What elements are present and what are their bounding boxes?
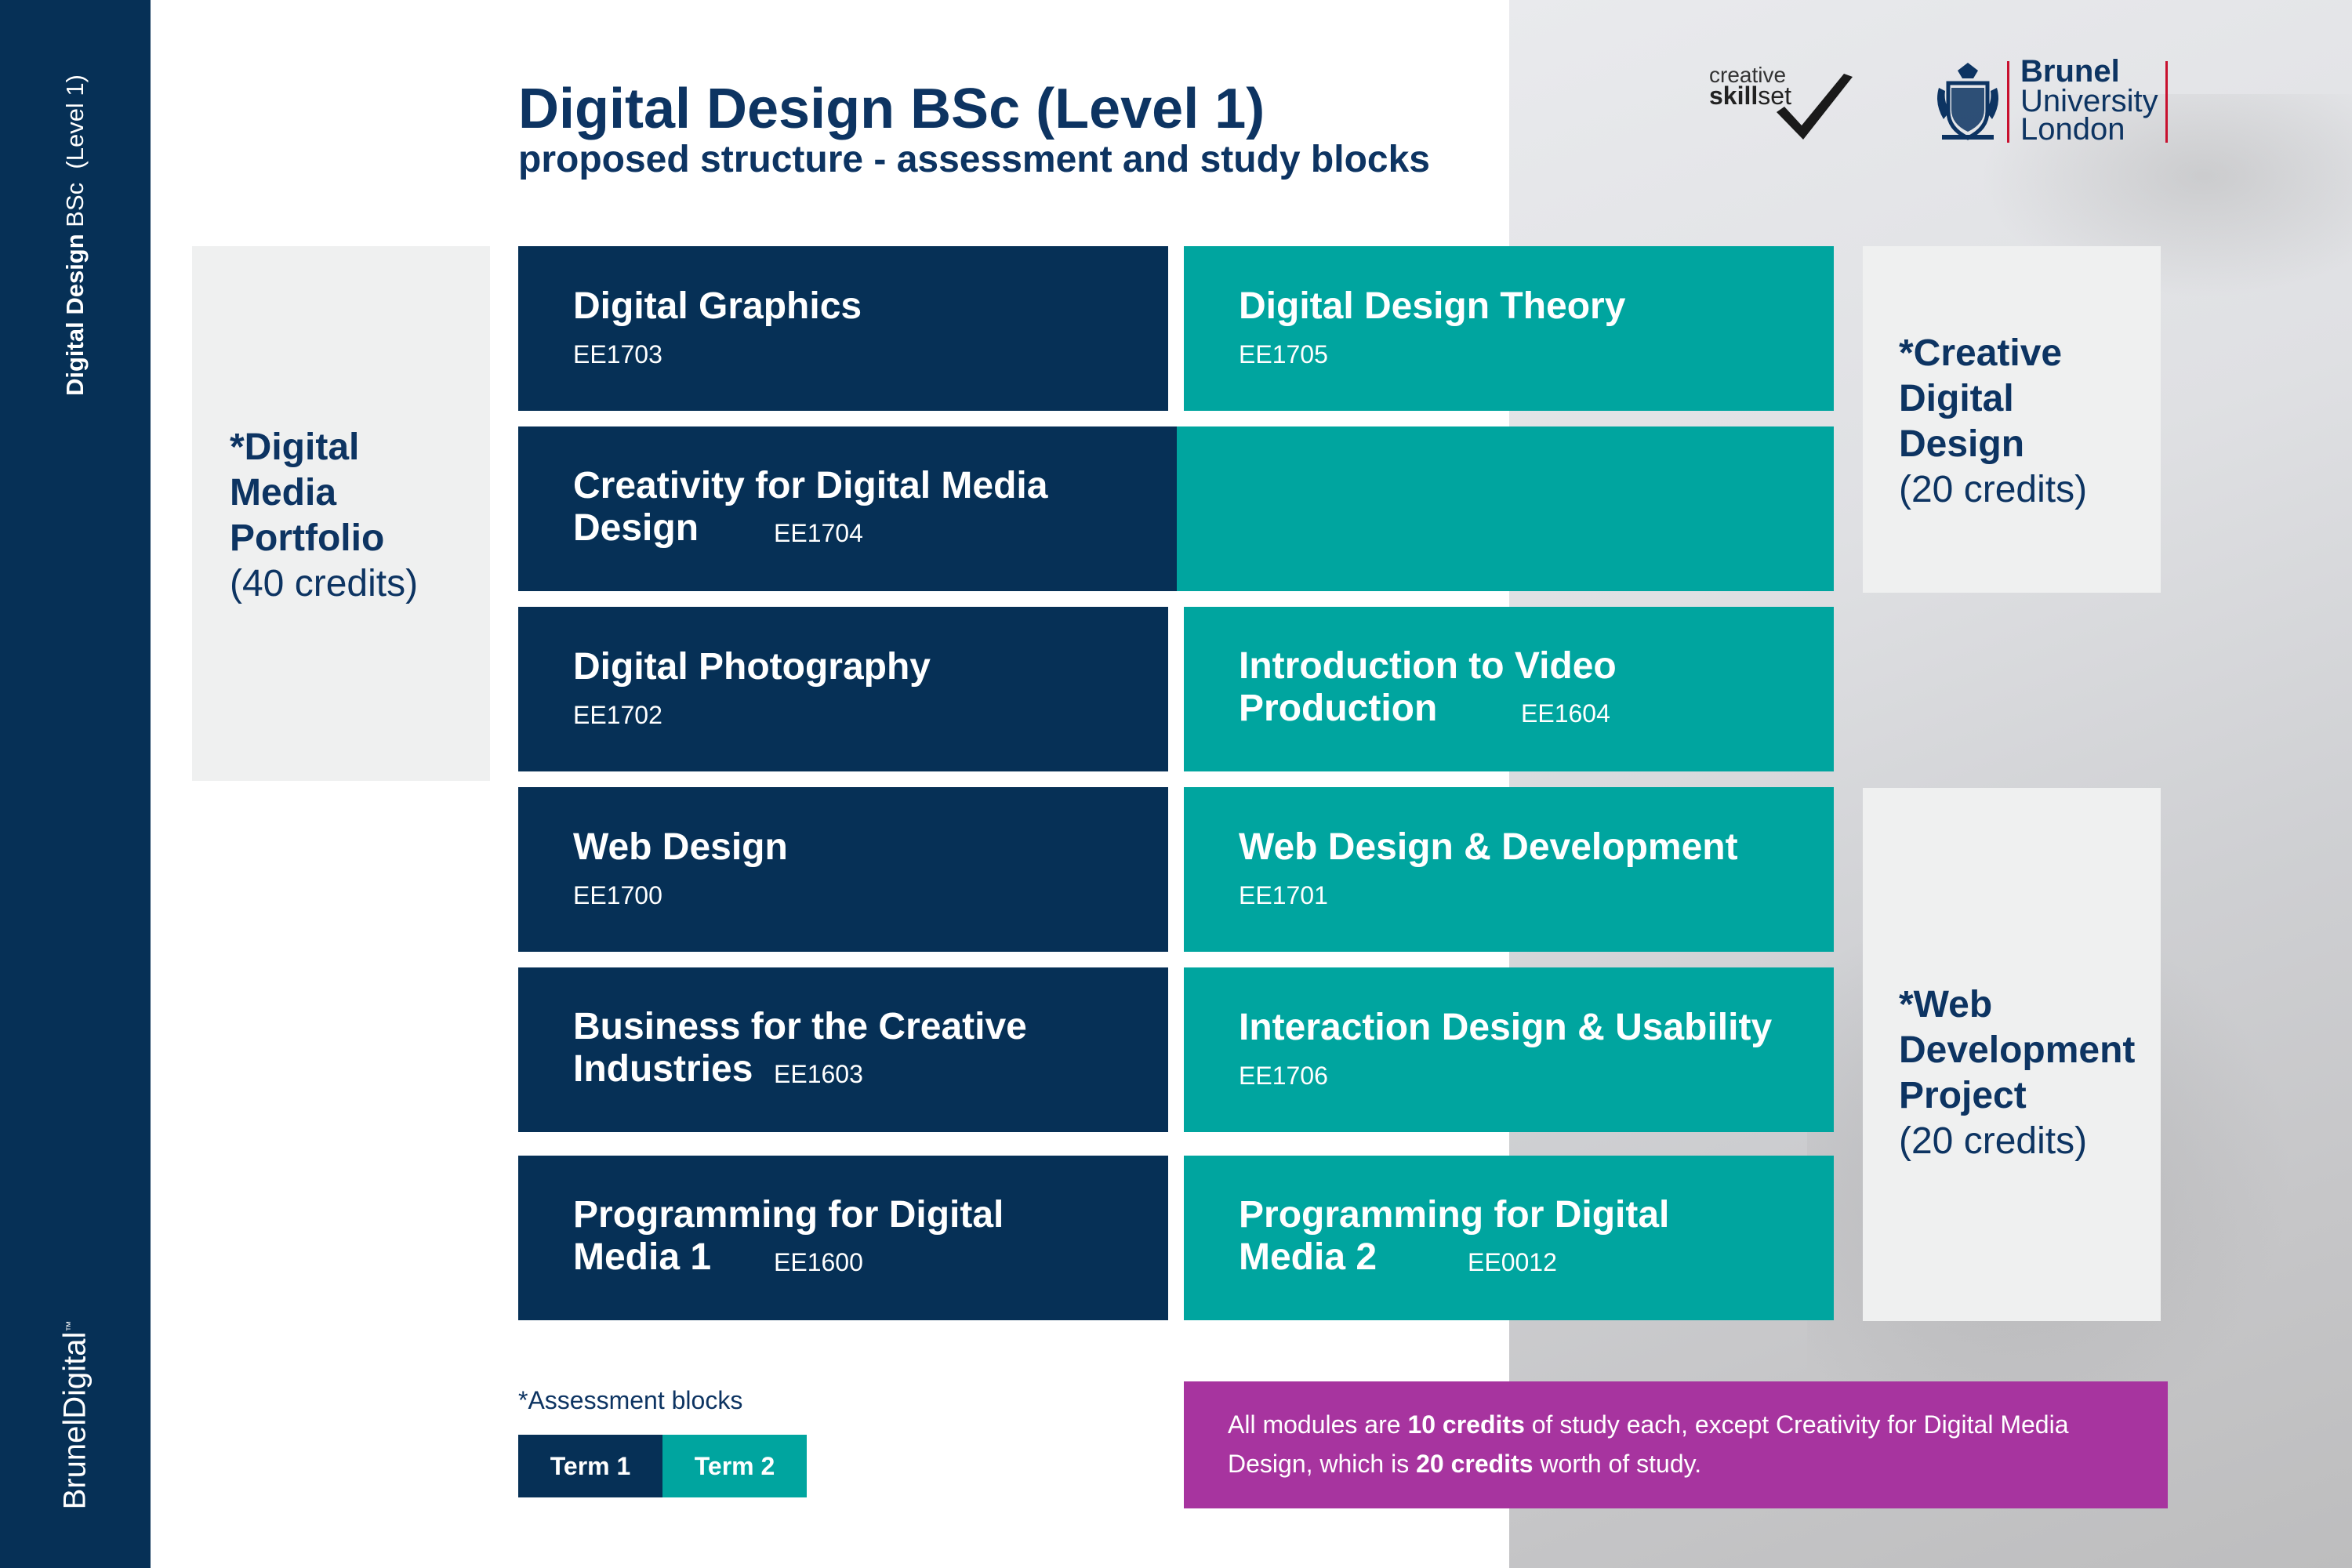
sidebar: Digital Design BSc (Level 1) BrunelDigit…	[0, 0, 151, 1568]
module-interaction-design-usability: Interaction Design & Usability EE1706	[1184, 967, 1834, 1132]
creative-skillset-logo: creative skillset	[1708, 61, 1857, 149]
page-title: Digital Design BSc (Level 1)	[518, 78, 1265, 140]
brunel-digital-logo: BrunelDigital™	[57, 1320, 93, 1510]
assessment-block-creative-digital-design: *Creative Digital Design (20 credits)	[1863, 246, 2161, 593]
module-creativity-digital-media-design: Creativity for Digital Media Design EE17…	[518, 426, 1177, 591]
page-subtitle: proposed structure - assessment and stud…	[518, 139, 1430, 180]
legend-term1: Term 1	[518, 1435, 662, 1497]
module-business-creative-industries: Business for the Creative Industries EE1…	[518, 967, 1168, 1132]
module-programming-digital-media-1: Programming for Digital Media 1 EE1600	[518, 1156, 1168, 1320]
module-web-design-development: Web Design & Development EE1701	[1184, 787, 1834, 952]
module-digital-photography: Digital Photography EE1702	[518, 607, 1168, 771]
background-photo	[1509, 0, 2352, 1568]
legend-term2: Term 2	[662, 1435, 807, 1497]
sidebar-title: Digital Design BSc (Level 1)	[61, 74, 89, 397]
module-digital-design-theory: Digital Design Theory EE1705	[1184, 246, 1834, 411]
legend-label: *Assessment blocks	[518, 1386, 743, 1414]
brunel-name: Brunel	[2020, 54, 2120, 89]
brunel-university-logo: Brunel University London	[1933, 56, 2168, 151]
assessment-block-portfolio: *Digital Media Portfolio (40 credits)	[192, 246, 490, 781]
module-introduction-video-production: Introduction to Video Production EE1604	[1184, 607, 1834, 771]
module-web-design: Web Design EE1700	[518, 787, 1168, 952]
brunel-london: London	[2020, 112, 2125, 147]
module-digital-graphics: Digital Graphics EE1703	[518, 246, 1168, 411]
assessment-block-web-development-project: *Web Development Project (20 credits)	[1863, 788, 2161, 1321]
credits-note: All modules are 10 credits of study each…	[1184, 1381, 2168, 1508]
crest-icon	[1937, 63, 1998, 140]
module-programming-digital-media-2: Programming for Digital Media 2 EE0012	[1184, 1156, 1834, 1320]
checkmark-icon	[1777, 74, 1853, 140]
module-creativity-term2-continuation	[1177, 426, 1834, 591]
